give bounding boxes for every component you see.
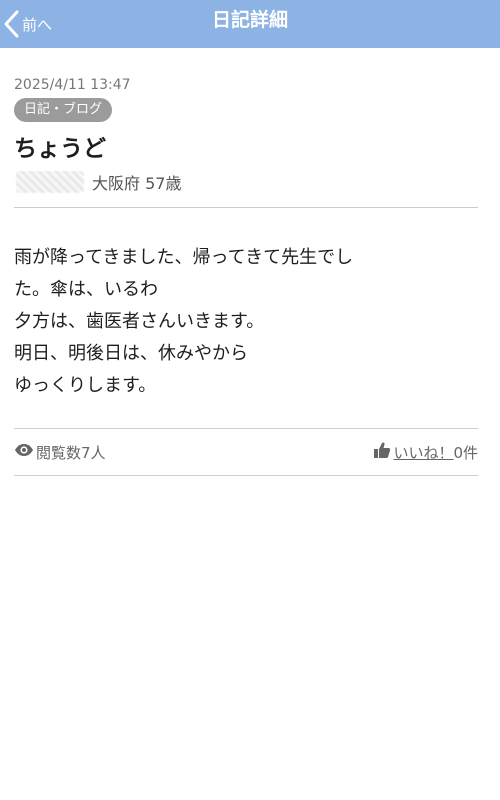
eye-icon xyxy=(14,443,36,461)
header-bar: 前へ 日記詳細 xyxy=(0,0,500,48)
like-count: 0件 xyxy=(453,443,478,462)
post-datetime: 2025/4/11 13:47 xyxy=(14,77,131,93)
like-button[interactable]: いいね！ 0件 xyxy=(373,441,478,463)
post-footer: 閲覧数7人 いいね！ 0件 xyxy=(14,429,478,476)
author-name-blurred[interactable] xyxy=(16,171,84,193)
thumbs-up-icon xyxy=(373,441,391,463)
author-row: 大阪府 57歳 xyxy=(14,170,478,208)
post-title: ちょうど xyxy=(14,136,106,162)
view-count: 閲覧数7人 xyxy=(14,442,106,463)
page-title: 日記詳細 xyxy=(211,9,288,31)
view-count-label: 閲覧数7人 xyxy=(36,443,106,462)
category-badge: 日記・ブログ xyxy=(14,98,113,122)
like-label[interactable]: いいね！ xyxy=(393,442,453,463)
diary-detail: 2025/4/11 13:47 日記・ブログ ちょうど 大阪府 57歳 雨が降っ… xyxy=(14,48,478,476)
post-body: 雨が降ってきました、帰ってきて先生でし た。傘は、いるわ 夕方は、歯医者さんいき… xyxy=(14,242,478,429)
author-location-age: 大阪府 57歳 xyxy=(92,174,182,193)
